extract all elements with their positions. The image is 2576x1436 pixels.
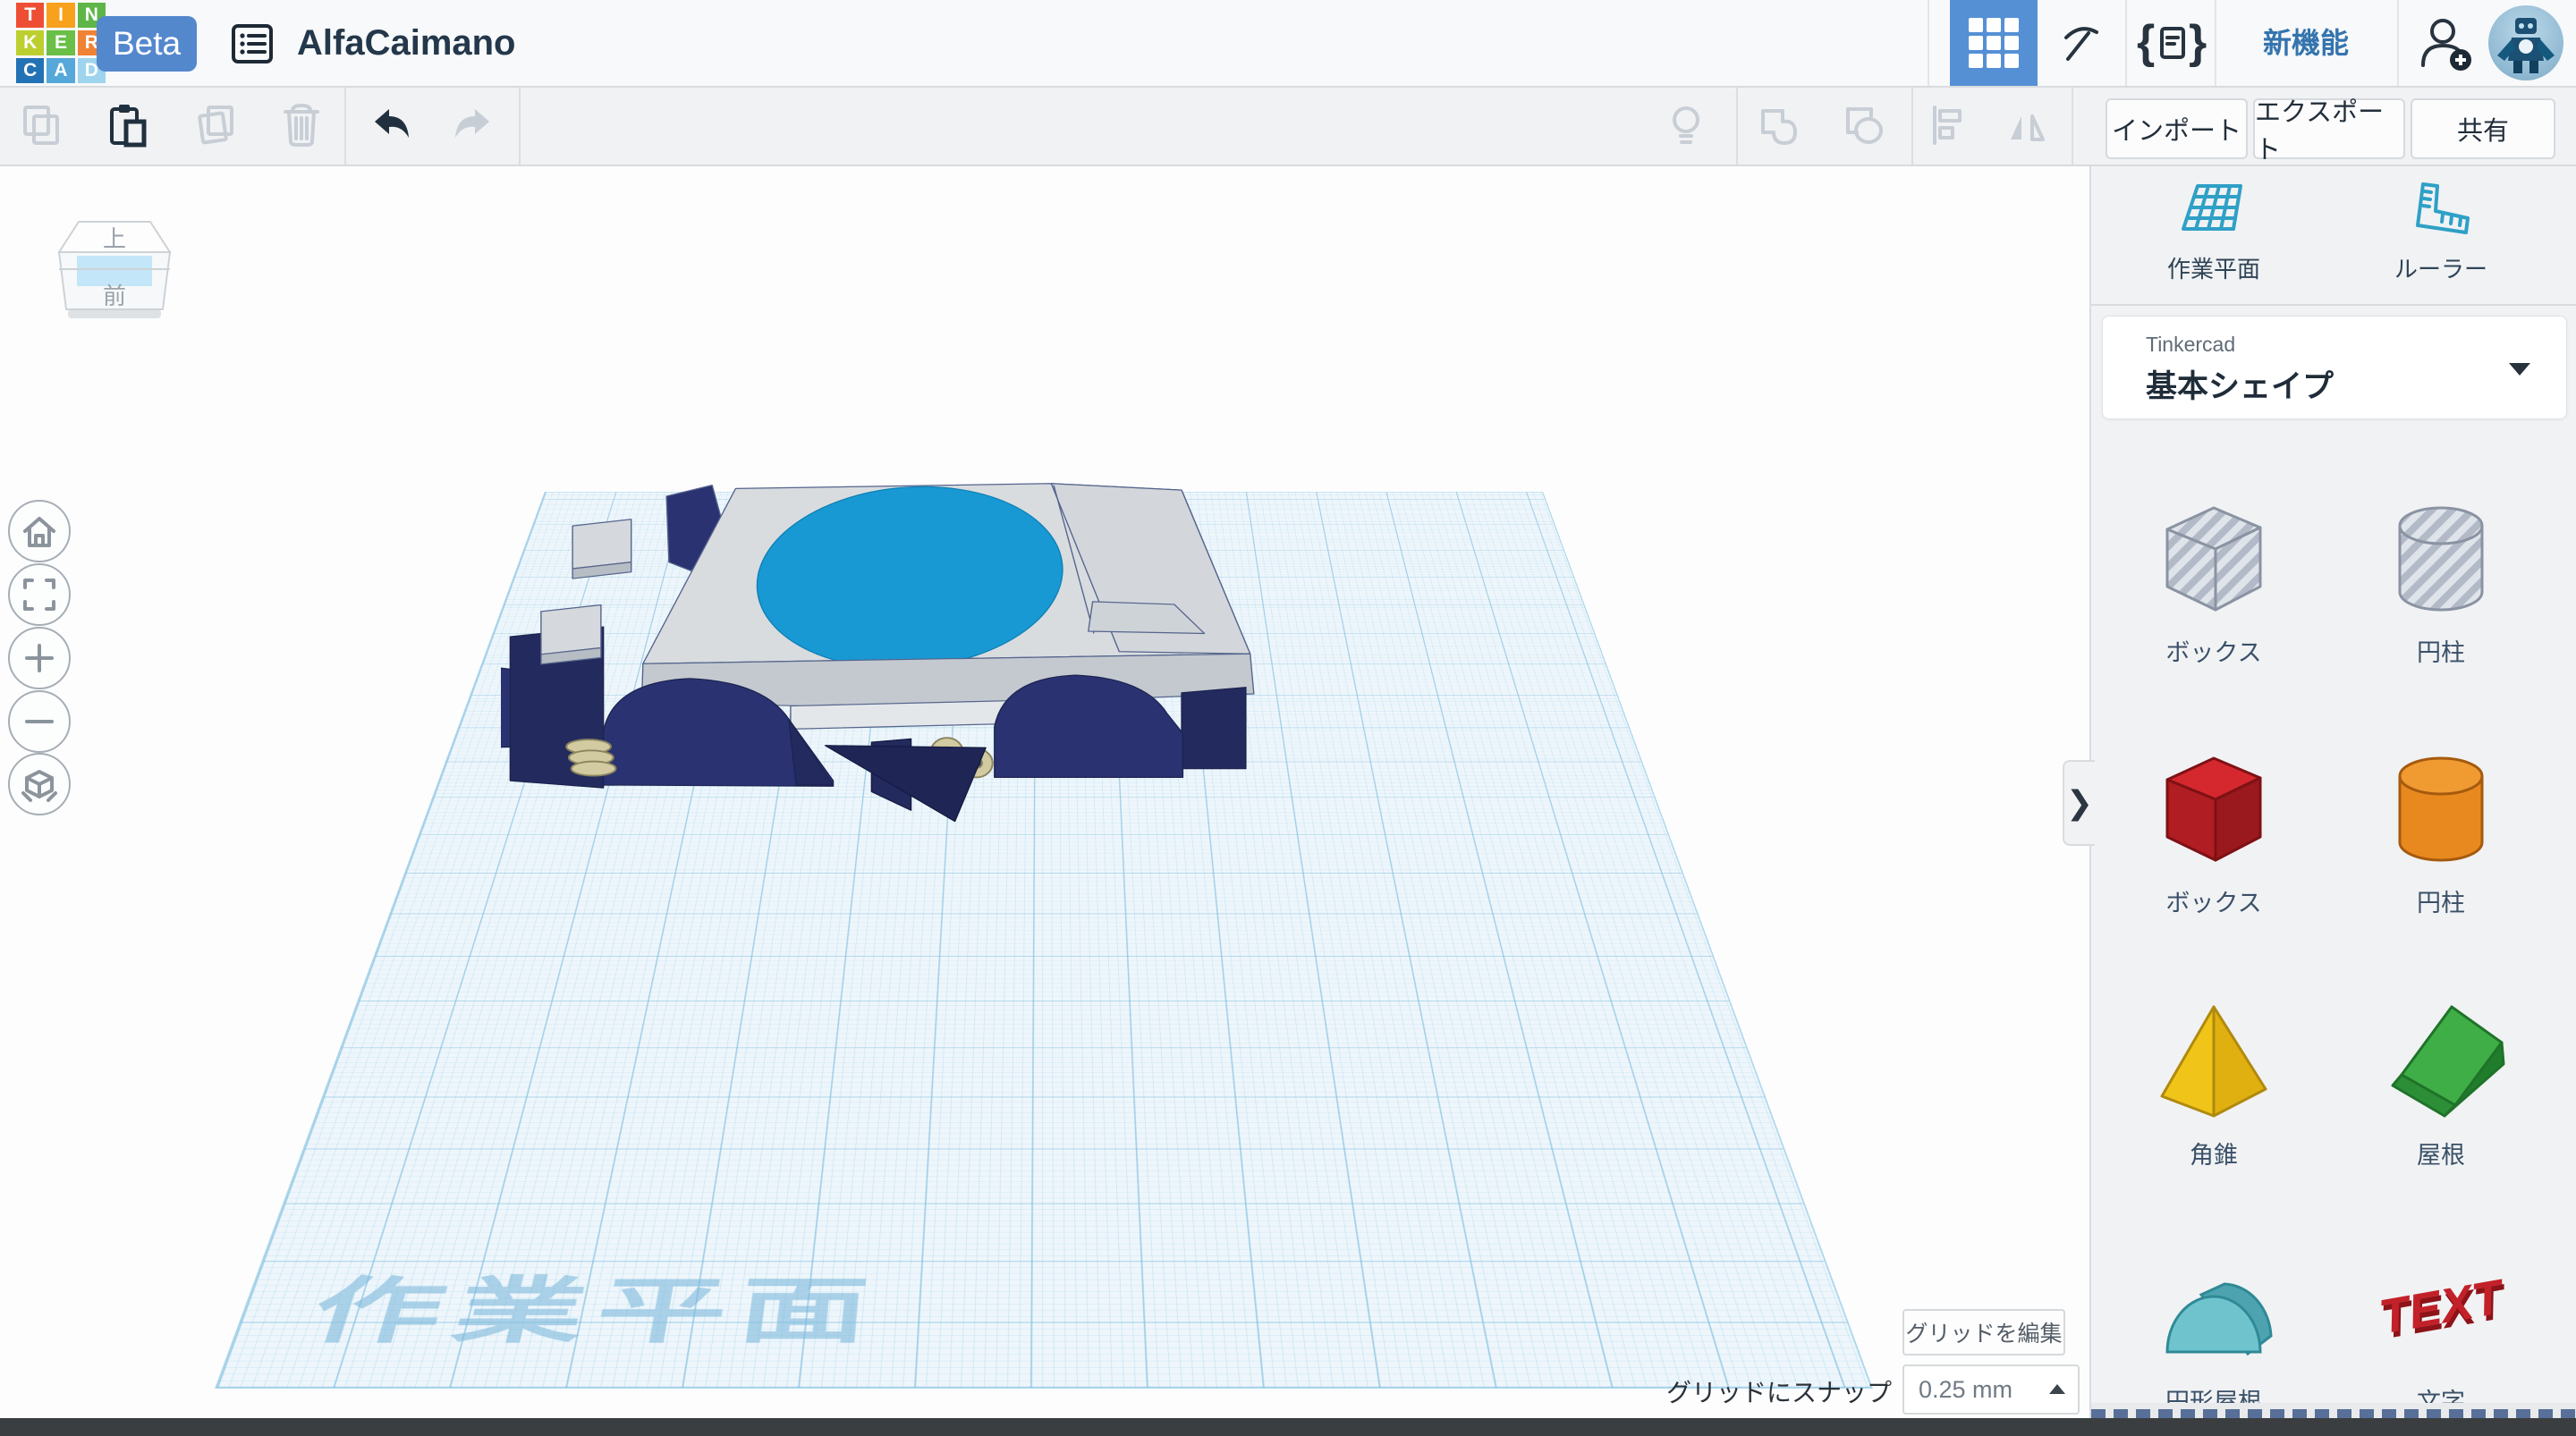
workplane-watermark: 作業平面 (300, 1271, 884, 1352)
shape-label: 屋根 (2417, 1142, 2465, 1169)
editor-3d-tab[interactable] (1950, 0, 2038, 86)
category-brand: Tinkercad (2146, 333, 2236, 356)
beta-badge[interactable]: Beta (97, 16, 197, 72)
logo-tile: K (16, 30, 45, 55)
design-menu-icon[interactable] (231, 23, 274, 64)
design-title: AlfaCaimano (297, 23, 516, 63)
view-cube[interactable]: 上 前 (55, 215, 174, 333)
group-icon[interactable] (1756, 102, 1802, 148)
workplane-icon (2182, 184, 2242, 231)
perspective-toggle-button[interactable] (8, 753, 71, 815)
bottom-edge-bar (0, 1418, 2576, 1436)
shape-label: ボックス (2165, 890, 2262, 917)
pickaxe-icon (2064, 27, 2098, 61)
divider (519, 86, 521, 165)
shape-label: ボックス (2165, 639, 2262, 666)
duplicate-icon[interactable] (191, 102, 237, 148)
home-view-button[interactable] (8, 500, 71, 562)
shapes-panel: 作業平面 ルーラー Tinkercad 基本シェイプ ボックス 円柱 ボックス … (2089, 165, 2576, 1436)
divider (2397, 0, 2399, 86)
tinkercad-logo[interactable]: T I N K E R C A D (16, 3, 106, 83)
undo-icon[interactable] (368, 102, 414, 148)
align-icon[interactable] (1924, 102, 1970, 148)
zoom-in-button[interactable] (8, 627, 71, 689)
model-alfacaimano[interactable] (501, 460, 1619, 1194)
viewcube-front-label: 前 (103, 283, 126, 309)
panel-tools-row: 作業平面 ルーラー (2091, 165, 2576, 306)
workplane-tool[interactable]: 作業平面 (2124, 181, 2303, 284)
workplane-tool-label: 作業平面 (2166, 256, 2260, 283)
caret-up-icon (2049, 1384, 2065, 1394)
shape-item-cylinder[interactable]: 円柱 (2344, 737, 2538, 951)
divider (1736, 86, 1738, 165)
add-person-icon (2421, 19, 2471, 71)
redo-icon[interactable] (450, 102, 496, 148)
spring-detail (565, 739, 617, 777)
svg-text:{: { (2137, 16, 2155, 68)
home-icon (23, 517, 55, 547)
toolbar: インポート エクスポート 共有 (0, 86, 2576, 166)
divider (1928, 0, 1929, 86)
tinkercad-app: T I N K E R C A D Beta AlfaCaimano {} 新… (0, 0, 2576, 1436)
invite-button[interactable] (2413, 0, 2478, 86)
shape-item-cylinder-hole[interactable]: 円柱 (2344, 486, 2538, 701)
share-button[interactable]: 共有 (2411, 98, 2555, 159)
copy-icon[interactable] (18, 102, 64, 148)
fit-view-button[interactable] (8, 563, 71, 626)
new-features-link[interactable]: 新機能 (2215, 0, 2397, 86)
robot-avatar-image (2497, 18, 2555, 73)
zoom-out-button[interactable] (8, 690, 71, 753)
code-blocks-icon: { } (2137, 16, 2207, 68)
shape-item-roof[interactable]: 屋根 (2344, 989, 2538, 1204)
export-button[interactable]: エクスポート (2253, 98, 2405, 165)
grid-icon (1969, 18, 2019, 68)
logo-tile: T (16, 3, 45, 28)
clipped-text-strip (2091, 1403, 2576, 1418)
fit-view-icon (23, 579, 55, 611)
logo-tile: E (47, 30, 75, 55)
divider (2072, 86, 2073, 165)
viewcube-top-label: 上 (103, 225, 126, 252)
shape-label: 円柱 (2417, 639, 2465, 666)
minus-icon (25, 720, 54, 723)
divider (344, 86, 346, 165)
shape-category-dropdown[interactable]: Tinkercad 基本シェイプ (2102, 316, 2567, 419)
shape-item-box[interactable]: ボックス (2117, 737, 2310, 951)
plus-icon (25, 644, 54, 672)
panel-collapse-button[interactable]: ❯ (2063, 760, 2095, 846)
ruler-tool-label: ルーラー (2394, 256, 2487, 283)
divider (1911, 86, 1913, 165)
snap-grid-select[interactable]: 0.25 mm (1902, 1364, 2080, 1415)
import-button[interactable]: インポート (2106, 98, 2248, 159)
chevron-right-icon: ❯ (2065, 784, 2094, 821)
caret-down-icon (2509, 363, 2530, 376)
shape-item-pyramid[interactable]: 角錐 (2117, 989, 2310, 1204)
user-avatar[interactable] (2488, 5, 2563, 80)
header: T I N K E R C A D Beta AlfaCaimano {} 新… (0, 0, 2576, 88)
show-all-icon[interactable] (1663, 102, 1709, 148)
divider (2125, 0, 2127, 86)
snap-grid-value: 0.25 mm (1919, 1375, 2013, 1403)
category-name: 基本シェイプ (2146, 369, 2334, 404)
paste-icon[interactable] (103, 102, 149, 148)
delete-icon[interactable] (278, 102, 325, 148)
edit-grid-button[interactable]: グリッドを編集 (1902, 1309, 2065, 1356)
logo-tile: C (16, 58, 45, 83)
shape-label: 角錐 (2190, 1142, 2238, 1169)
blocks-editor-tab[interactable] (2045, 0, 2116, 86)
svg-text:}: } (2189, 16, 2207, 68)
logo-tile: A (47, 58, 75, 83)
ruler-tool[interactable]: ルーラー (2351, 181, 2530, 284)
ungroup-icon[interactable] (1841, 102, 1887, 148)
mirror-icon[interactable] (2004, 102, 2050, 148)
logo-tile: I (47, 3, 75, 28)
shape-label: 円柱 (2417, 890, 2465, 917)
viewport-3d[interactable]: 作業平面 上 前 グリッドを編集 グリッドにスナップ 0.25 mm (0, 165, 2089, 1416)
svg-text:TEXT: TEXT (2376, 1270, 2510, 1345)
perspective-cube-icon (21, 770, 57, 802)
snap-grid-label: グリッドにスナップ (1665, 1379, 1892, 1406)
codeblocks-tab[interactable]: { } (2131, 0, 2213, 86)
ruler-icon (2416, 182, 2470, 234)
shape-item-box-hole[interactable]: ボックス (2117, 486, 2310, 701)
